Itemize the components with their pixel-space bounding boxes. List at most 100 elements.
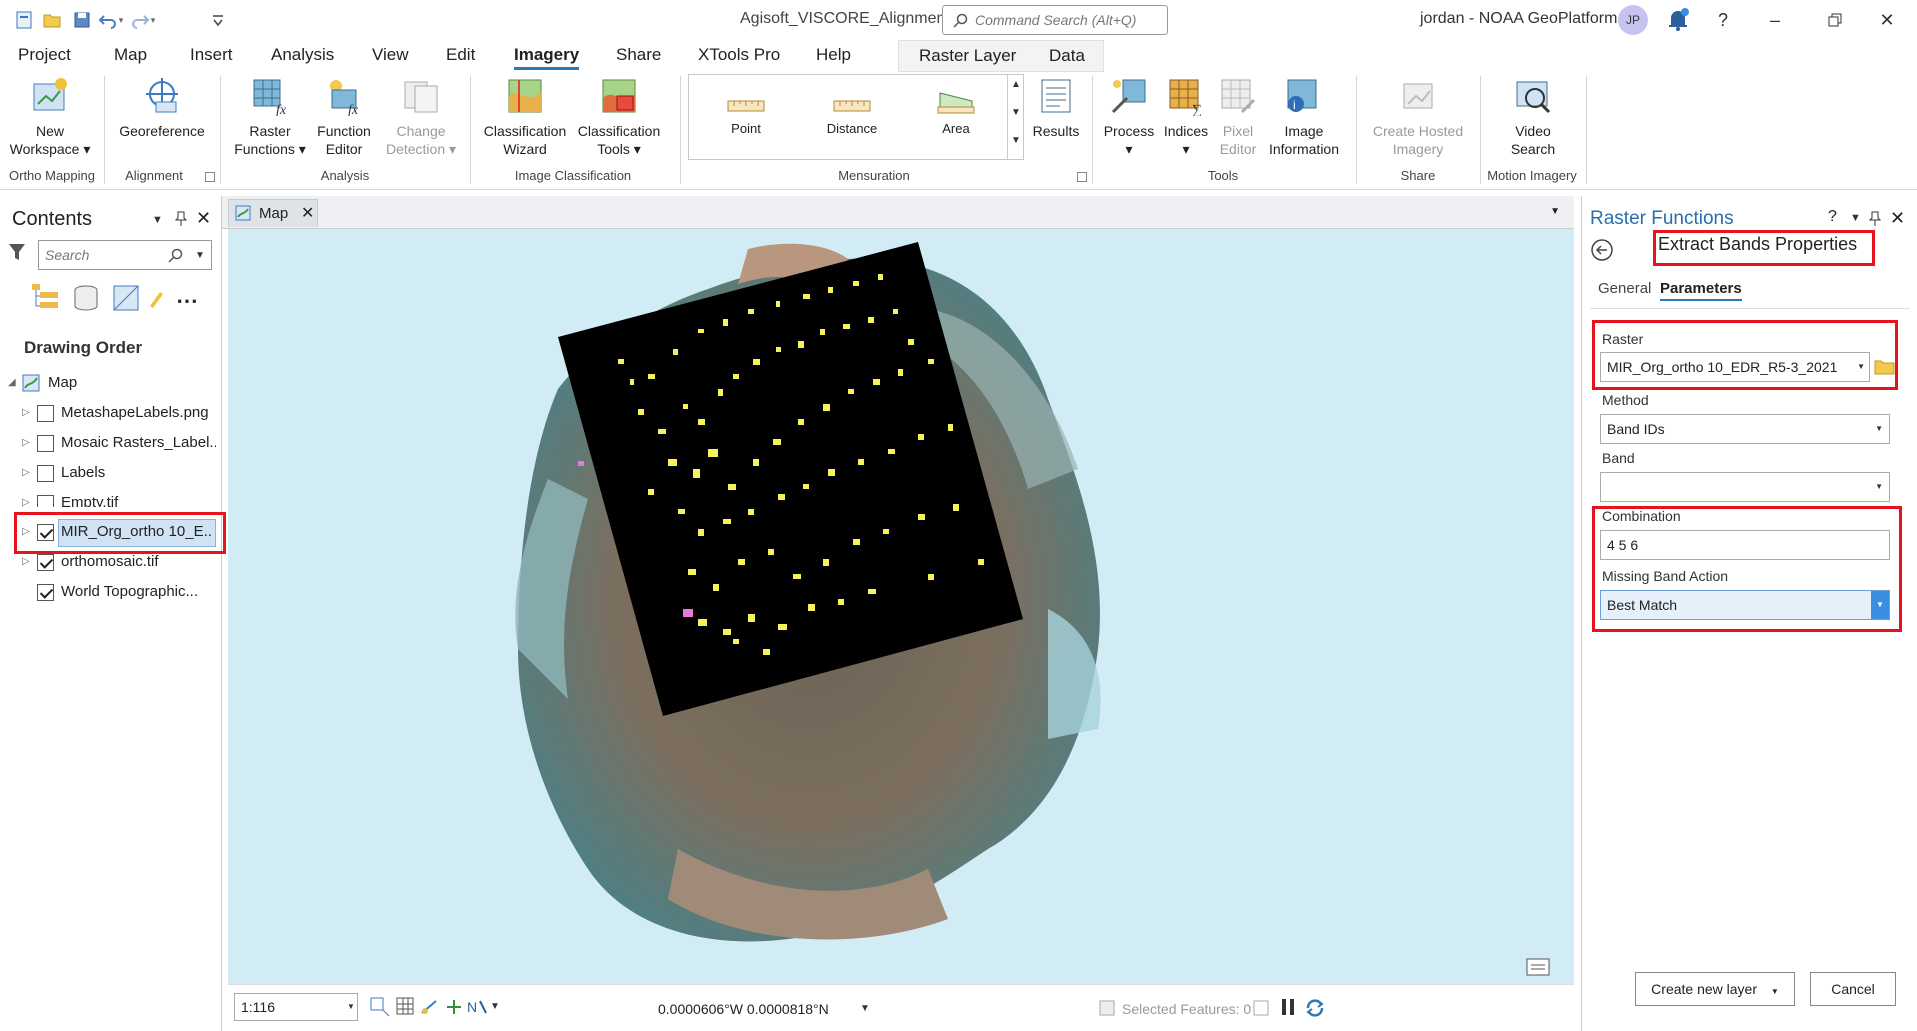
distance-tool[interactable]: Distance	[807, 85, 897, 136]
catalog-overview-icon[interactable]	[1526, 956, 1550, 976]
status-dropdown-icon[interactable]: ▼	[490, 1001, 500, 1012]
map-canvas[interactable]	[228, 229, 1574, 984]
more-options-icon[interactable]: ⋯	[176, 288, 199, 314]
save-icon[interactable]	[70, 8, 94, 32]
create-hosted-imagery-button[interactable]: Create Hosted Imagery	[1362, 76, 1474, 158]
new-project-icon[interactable]	[12, 8, 36, 32]
table-icon[interactable]	[396, 997, 416, 1017]
area-tool[interactable]: Area	[911, 85, 1001, 136]
function-editor-button[interactable]: fx Function Editor	[306, 76, 382, 158]
results-button[interactable]: Results	[1024, 76, 1088, 140]
raster-dropdown[interactable]: MIR_Org_ortho 10_EDR_R5-3_2021 ▼	[1600, 352, 1870, 382]
layer-visibility-checkbox[interactable]	[37, 435, 54, 452]
layer-row[interactable]: ▷ Mosaic Rasters_Label...	[0, 429, 222, 459]
tab-edit[interactable]: Edit	[446, 45, 475, 65]
browse-folder-icon[interactable]	[1874, 356, 1896, 376]
map-scale-dropdown[interactable]: 1:116 ▼	[234, 993, 358, 1021]
command-search-input[interactable]: Command Search (Alt+Q)	[942, 5, 1168, 35]
mensuration-launcher-icon[interactable]	[1077, 172, 1087, 182]
classification-tools-button[interactable]: Classification Tools ▾	[572, 76, 666, 158]
layer-visibility-checkbox[interactable]	[37, 405, 54, 422]
pause-drawing-icon[interactable]	[1280, 997, 1296, 1017]
alignment-launcher-icon[interactable]	[205, 172, 215, 182]
coordinate-format-dropdown-icon[interactable]: ▼	[860, 1003, 870, 1014]
help-icon[interactable]: ?	[1828, 208, 1837, 226]
undo-dropdown-icon[interactable]: ▾	[114, 8, 128, 32]
avatar[interactable]: JP	[1618, 5, 1648, 35]
close-tab-icon[interactable]: ✕	[301, 203, 314, 223]
minimize-button[interactable]: –	[1760, 6, 1790, 34]
layer-visibility-checkbox[interactable]	[37, 554, 54, 571]
new-workspace-button[interactable]: New Workspace ▾	[4, 76, 96, 158]
expand-icon[interactable]: ▷	[22, 497, 30, 507]
open-project-icon[interactable]	[40, 8, 64, 32]
layer-row[interactable]: ▷ MetashapeLabels.png	[0, 399, 222, 429]
tab-parameters[interactable]: Parameters	[1660, 280, 1742, 301]
notifications-bell-icon[interactable]	[1665, 6, 1691, 34]
georeference-button[interactable]: Georeference	[112, 76, 212, 140]
layer-row[interactable]: ▷ Empty.tif	[0, 489, 222, 507]
expand-icon[interactable]: ▷	[22, 556, 30, 567]
expand-icon[interactable]: ▷	[22, 467, 30, 478]
drawing-order-icon[interactable]	[30, 282, 60, 312]
pane-options-icon[interactable]: ▼	[152, 214, 163, 226]
north-arrow-icon[interactable]: N	[466, 997, 488, 1017]
tab-raster-layer[interactable]: Raster Layer	[919, 46, 1016, 66]
collapse-icon[interactable]: ◢	[8, 377, 16, 388]
back-arrow-icon[interactable]	[1590, 238, 1614, 262]
tab-share[interactable]: Share	[616, 45, 661, 65]
help-icon[interactable]: ?	[1708, 6, 1738, 34]
restore-button[interactable]	[1820, 6, 1850, 34]
layer-visibility-checkbox[interactable]	[37, 495, 54, 507]
pane-options-icon[interactable]: ▼	[1850, 212, 1861, 224]
method-dropdown[interactable]: Band IDs ▼	[1600, 414, 1890, 444]
pixel-editor-button[interactable]: Pixel Editor	[1212, 76, 1264, 158]
process-button[interactable]: Process ▾	[1098, 76, 1160, 158]
tab-help[interactable]: Help	[816, 45, 851, 65]
raster-functions-button[interactable]: fx Raster Functions ▾	[228, 76, 312, 158]
create-new-layer-button[interactable]: Create new layer ▼	[1635, 972, 1795, 1006]
signed-in-user[interactable]: jordan - NOAA GeoPlatform	[1420, 10, 1617, 28]
layer-row[interactable]: ▷ Labels	[0, 459, 222, 489]
grid-icon[interactable]	[370, 997, 392, 1017]
point-tool[interactable]: Point	[701, 85, 791, 136]
layer-visibility-checkbox[interactable]	[37, 584, 54, 601]
tab-general[interactable]: General	[1598, 280, 1651, 297]
tab-insert[interactable]: Insert	[190, 45, 233, 65]
tab-list-dropdown-icon[interactable]: ▼	[1550, 206, 1560, 217]
expand-icon[interactable]: ▷	[22, 407, 30, 418]
data-source-icon[interactable]	[72, 284, 100, 312]
pin-icon[interactable]	[174, 210, 188, 226]
close-pane-icon[interactable]: ✕	[1890, 208, 1905, 229]
combination-input[interactable]: 4 5 6	[1600, 530, 1890, 560]
selection-icon[interactable]	[112, 284, 140, 312]
map-view-tab[interactable]: Map ✕	[228, 199, 318, 227]
tab-map[interactable]: Map	[114, 45, 147, 65]
layer-visibility-checkbox[interactable]	[37, 465, 54, 482]
close-pane-icon[interactable]: ✕	[196, 208, 211, 229]
filter-icon[interactable]	[8, 242, 26, 262]
pin-icon[interactable]	[1868, 210, 1882, 226]
indices-button[interactable]: ∑ Indices ▾	[1156, 76, 1216, 158]
close-window-button[interactable]: ✕	[1872, 6, 1902, 34]
tree-map-node[interactable]: ◢ Map	[0, 369, 222, 399]
video-search-button[interactable]: Video Search	[1488, 76, 1578, 158]
tab-project[interactable]: Project	[18, 45, 71, 65]
redo-dropdown-icon[interactable]: ▾	[146, 8, 160, 32]
missing-band-action-dropdown[interactable]: Best Match ▼	[1600, 590, 1890, 620]
clear-selection-icon[interactable]	[1252, 999, 1270, 1017]
expand-icon[interactable]: ▷	[22, 437, 30, 448]
change-detection-button[interactable]: Change Detection ▾	[376, 76, 466, 158]
tab-data[interactable]: Data	[1049, 46, 1085, 66]
contents-search-input[interactable]: Search ▼	[38, 240, 212, 270]
layer-row[interactable]: World Topographic...	[0, 578, 222, 608]
band-dropdown[interactable]: ▼	[1600, 472, 1890, 502]
gallery-scroll[interactable]: ▲ ▼ ▼	[1007, 75, 1023, 159]
tab-imagery[interactable]: Imagery	[514, 45, 580, 70]
editing-icon[interactable]	[148, 288, 164, 308]
measure-icon[interactable]	[444, 997, 464, 1017]
layer-row[interactable]: ▷ orthomosaic.tif	[0, 548, 222, 578]
snapping-icon[interactable]	[420, 997, 442, 1017]
tab-xtools-pro[interactable]: XTools Pro	[698, 45, 780, 65]
cancel-button[interactable]: Cancel	[1810, 972, 1896, 1006]
